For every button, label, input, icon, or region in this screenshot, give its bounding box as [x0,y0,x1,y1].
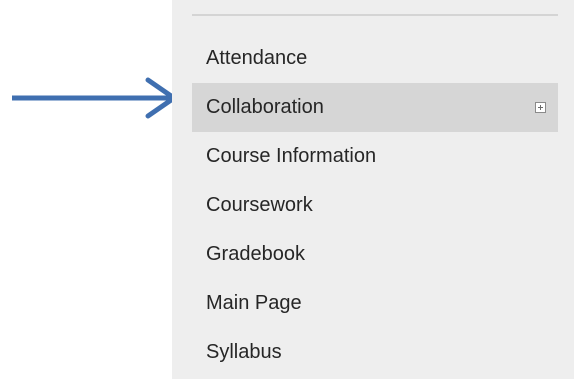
menu-item-label: Gradebook [206,243,305,265]
menu-divider [192,14,558,16]
course-menu-panel: Attendance Collaboration Course Informat… [172,0,574,379]
menu-item-attendance[interactable]: Attendance [192,34,558,83]
expand-plus-icon[interactable] [535,101,546,113]
menu-item-label: Syllabus [206,341,282,363]
menu-item-label: Main Page [206,292,302,314]
menu-item-coursework[interactable]: Coursework [192,181,558,230]
menu-item-course-information[interactable]: Course Information [192,132,558,181]
menu-item-main-page[interactable]: Main Page [192,279,558,328]
menu-item-label: Collaboration [206,96,324,118]
menu-item-collaboration[interactable]: Collaboration [192,83,558,132]
course-menu-list: Attendance Collaboration Course Informat… [192,34,558,377]
menu-item-syllabus[interactable]: Syllabus [192,328,558,377]
menu-item-gradebook[interactable]: Gradebook [192,230,558,279]
menu-item-label: Coursework [206,194,313,216]
screenshot-stage: Attendance Collaboration Course Informat… [0,0,574,379]
menu-item-label: Attendance [206,47,308,69]
menu-item-label: Course Information [206,145,377,167]
